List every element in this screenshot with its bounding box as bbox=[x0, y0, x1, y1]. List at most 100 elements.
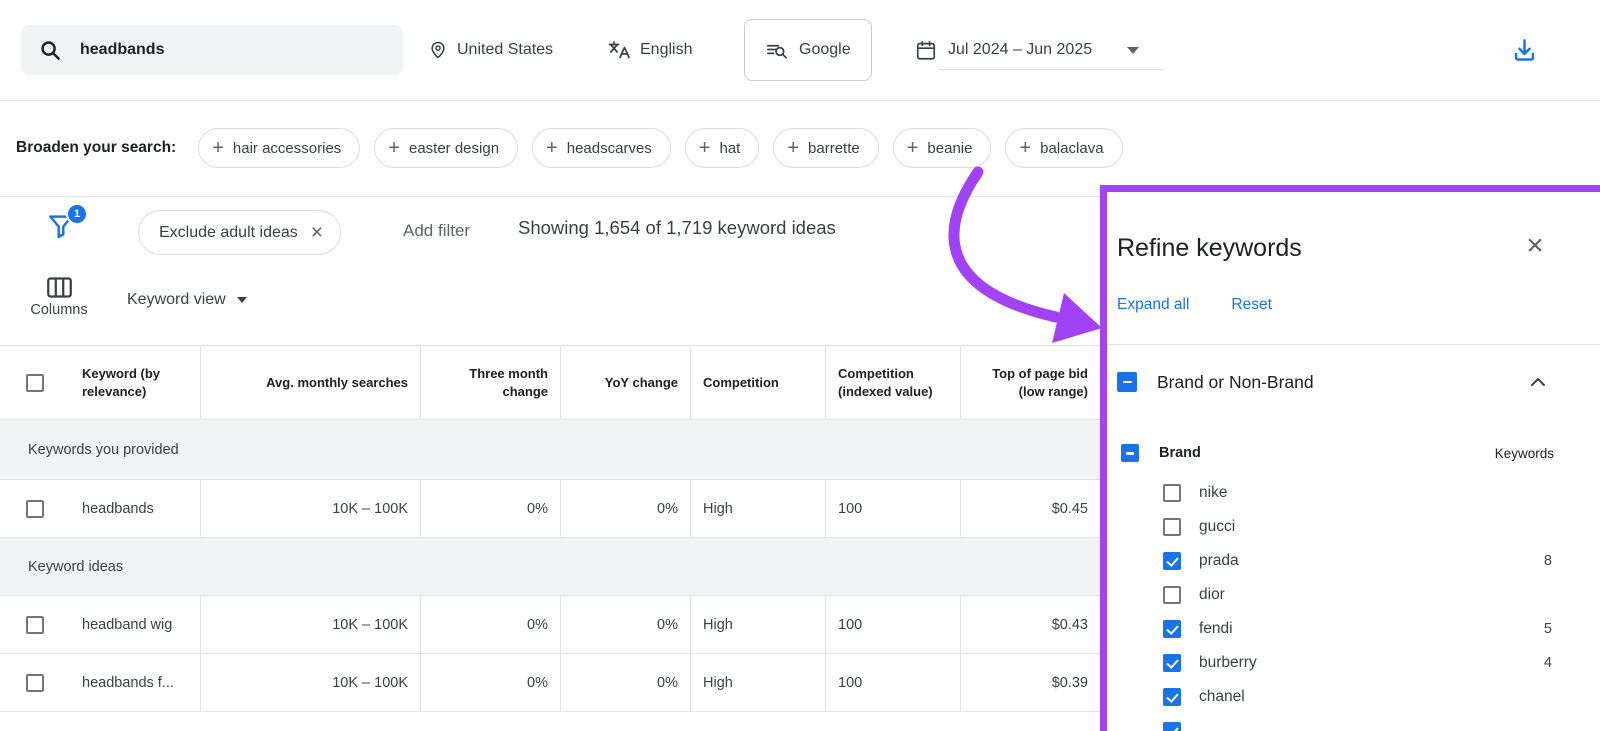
item-checkbox[interactable] bbox=[1163, 620, 1181, 638]
item-label[interactable]: burberry bbox=[1199, 654, 1257, 672]
chip-label: easter design bbox=[409, 140, 499, 157]
row-checkbox[interactable] bbox=[26, 674, 44, 692]
cell-three-month-change: 0% bbox=[420, 480, 560, 537]
section-label: Keyword ideas bbox=[28, 559, 123, 575]
item-count: 8 bbox=[1544, 553, 1552, 569]
download-button[interactable] bbox=[1511, 0, 1538, 100]
broaden-chip[interactable]: +hair accessories bbox=[198, 128, 360, 168]
keyword-view-label: Keyword view bbox=[127, 291, 226, 309]
close-icon: × bbox=[1526, 229, 1544, 262]
language-label: English bbox=[640, 41, 692, 59]
col-header-keyword[interactable]: Keyword (by relevance) bbox=[70, 346, 200, 419]
collapse-chevron-icon[interactable] bbox=[1526, 370, 1550, 394]
item-checkbox[interactable] bbox=[1163, 484, 1181, 502]
broaden-chip[interactable]: + beanie bbox=[893, 128, 992, 168]
item-label[interactable]: nike bbox=[1199, 484, 1227, 502]
language-filter[interactable]: English bbox=[607, 0, 692, 100]
cell-competition: High bbox=[690, 596, 825, 653]
plus-icon: + bbox=[787, 138, 799, 158]
cell-competition: High bbox=[690, 480, 825, 537]
item-count: 4 bbox=[1544, 655, 1552, 671]
select-all-checkbox[interactable] bbox=[26, 374, 44, 392]
item-label[interactable]: prada bbox=[1199, 552, 1239, 570]
table-header-row: Keyword (by relevance) Avg. monthly sear… bbox=[0, 345, 1100, 420]
item-label[interactable]: fendi bbox=[1199, 620, 1233, 638]
exclude-chip-label: Exclude adult ideas bbox=[159, 224, 298, 242]
row-checkbox[interactable] bbox=[26, 500, 44, 518]
col-header-competition[interactable]: Competition bbox=[690, 346, 825, 419]
add-filter-button[interactable]: Add filter bbox=[403, 221, 470, 241]
broaden-chip[interactable]: + headscarves bbox=[532, 128, 671, 168]
brand-section-header[interactable]: Brand or Non-Brand bbox=[1107, 358, 1600, 406]
keyword-search-box[interactable] bbox=[21, 25, 403, 75]
group-checkbox[interactable] bbox=[1121, 444, 1139, 462]
plus-icon: + bbox=[907, 138, 919, 158]
chip-label: hair accessories bbox=[233, 140, 341, 157]
broaden-chip[interactable]: +balaclava bbox=[1005, 128, 1122, 168]
reset-link[interactable]: Reset bbox=[1231, 296, 1272, 314]
col-header-competition-indexed[interactable]: Competition (indexed value) bbox=[825, 346, 960, 419]
broaden-chip[interactable]: +easter design bbox=[374, 128, 518, 168]
columns-button[interactable]: Columns bbox=[24, 276, 94, 318]
item-label[interactable]: dior bbox=[1199, 586, 1225, 604]
dropdown-caret-icon[interactable] bbox=[1127, 47, 1139, 54]
item-checkbox[interactable] bbox=[1163, 654, 1181, 672]
item-checkbox[interactable] bbox=[1163, 552, 1181, 570]
date-range-underline bbox=[938, 69, 1164, 70]
columns-icon bbox=[46, 276, 73, 299]
location-filter[interactable]: United States bbox=[428, 0, 553, 100]
location-pin-icon bbox=[428, 39, 448, 61]
network-label: Google bbox=[799, 41, 851, 59]
cell-avg-monthly-searches: 10K – 100K bbox=[200, 480, 420, 537]
item-checkbox[interactable] bbox=[1163, 518, 1181, 536]
item-label[interactable]: gucci bbox=[1199, 518, 1235, 536]
filter-count-badge: 1 bbox=[66, 203, 88, 225]
plus-icon: + bbox=[546, 138, 558, 158]
cell-keyword: headband wig bbox=[70, 596, 200, 653]
section-checkbox[interactable] bbox=[1117, 372, 1137, 392]
section-row-keyword-ideas: Keyword ideas bbox=[0, 538, 1100, 596]
cell-three-month-change: 0% bbox=[420, 596, 560, 653]
keyword-search-input[interactable] bbox=[78, 40, 382, 60]
location-label: United States bbox=[457, 41, 553, 59]
col-header-avg-monthly-searches[interactable]: Avg. monthly searches bbox=[200, 346, 420, 419]
item-label[interactable]: chanel bbox=[1199, 688, 1245, 706]
cell-competition-indexed: 100 bbox=[825, 480, 960, 537]
chip-label: hat bbox=[719, 140, 740, 157]
chip-label: headscarves bbox=[567, 140, 652, 157]
broaden-chip[interactable]: +hat bbox=[685, 128, 760, 168]
keyword-view-selector[interactable]: Keyword view bbox=[127, 291, 247, 309]
cell-yoy-change: 0% bbox=[560, 480, 690, 537]
col-header-top-of-page-bid[interactable]: Top of page bid (low range) bbox=[960, 346, 1100, 419]
network-filter[interactable]: Google bbox=[744, 19, 872, 81]
filter-button[interactable]: 1 bbox=[46, 210, 78, 244]
col-header-yoy-change[interactable]: YoY change bbox=[560, 346, 690, 419]
download-icon bbox=[1511, 37, 1538, 64]
expand-all-link[interactable]: Expand all bbox=[1117, 296, 1189, 314]
brand-item-row: dior bbox=[1107, 578, 1600, 612]
panel-divider bbox=[1107, 344, 1600, 345]
topbar: United States English Google bbox=[0, 0, 1600, 101]
cell-avg-monthly-searches: 10K – 100K bbox=[200, 654, 420, 711]
cell-yoy-change: 0% bbox=[560, 654, 690, 711]
search-icon bbox=[39, 39, 62, 62]
date-range-filter[interactable]: Jul 2024 – Jun 2025 bbox=[915, 0, 1139, 100]
item-checkbox[interactable] bbox=[1163, 586, 1181, 604]
chip-label: balaclava bbox=[1040, 140, 1103, 157]
table-row: headbands f... 10K – 100K 0% 0% High 100… bbox=[0, 654, 1100, 712]
chip-label: beanie bbox=[927, 140, 972, 157]
chip-remove-icon[interactable]: × bbox=[311, 222, 323, 243]
item-checkbox[interactable] bbox=[1163, 688, 1181, 706]
broaden-bar: Broaden your search: +hair accessories +… bbox=[0, 100, 1600, 197]
row-checkbox[interactable] bbox=[26, 616, 44, 634]
brand-item-row: nike bbox=[1107, 476, 1600, 510]
item-checkbox[interactable] bbox=[1163, 722, 1181, 731]
panel-close-button[interactable]: × bbox=[1520, 232, 1550, 262]
refine-panel-title: Refine keywords bbox=[1117, 234, 1302, 263]
broaden-chip[interactable]: +barrette bbox=[773, 128, 878, 168]
col-header-three-month-change[interactable]: Three month change bbox=[420, 346, 560, 419]
results-summary: Showing 1,654 of 1,719 keyword ideas bbox=[518, 217, 836, 239]
exclude-adult-ideas-chip[interactable]: Exclude adult ideas × bbox=[138, 210, 341, 255]
section-label: Keywords you provided bbox=[28, 442, 179, 458]
view-controls: Columns Keyword view bbox=[0, 270, 1100, 345]
